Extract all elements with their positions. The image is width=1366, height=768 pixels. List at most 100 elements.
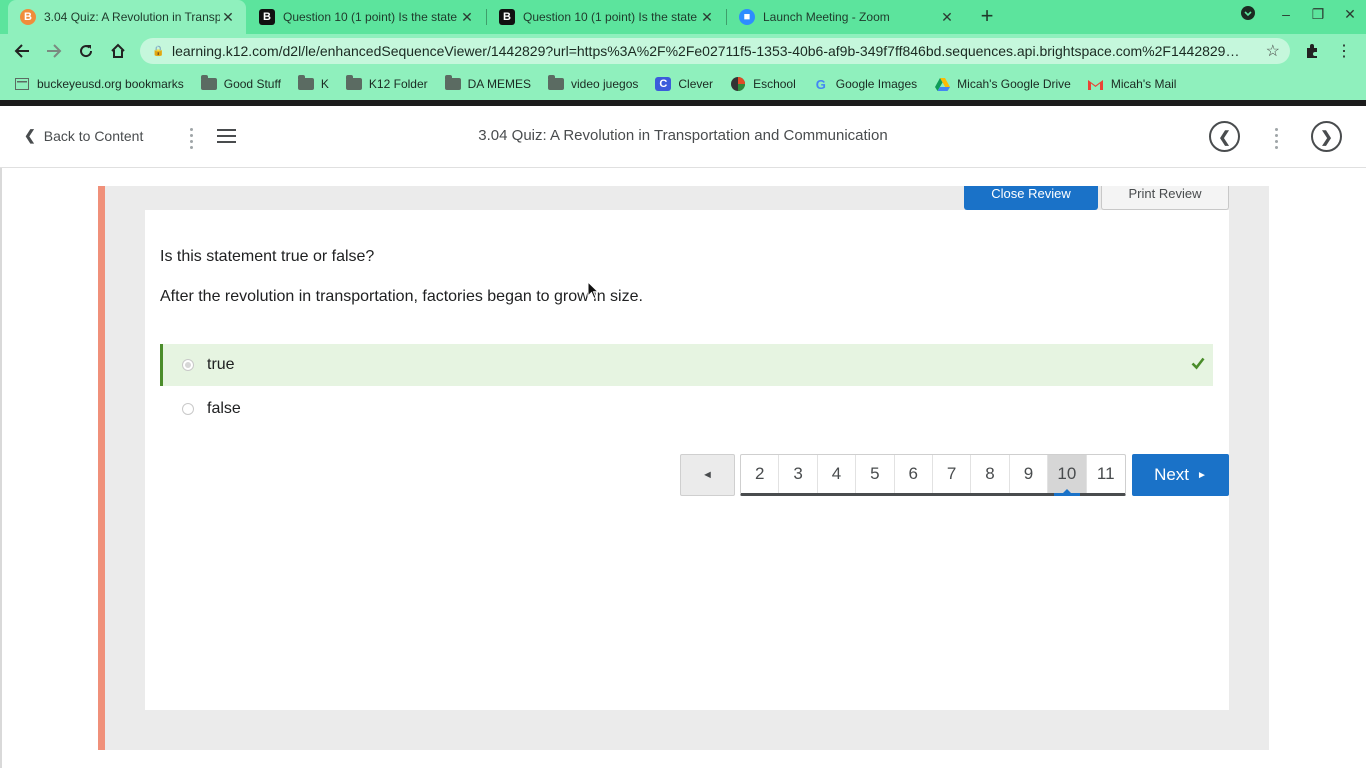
b-icon: B — [259, 9, 275, 25]
page-button-3[interactable]: 3 — [779, 455, 818, 493]
mouse-cursor-icon — [587, 281, 599, 300]
folder-icon — [345, 75, 362, 91]
bookmark-label: K12 Folder — [368, 77, 428, 91]
folder-icon — [547, 75, 564, 91]
play-arrow-icon: ► — [1197, 469, 1207, 481]
bookmark-label: buckeyeusd.org bookmarks — [37, 77, 184, 91]
address-bar[interactable]: 🔒 learning.k12.com/d2l/le/enhancedSequen… — [140, 38, 1290, 64]
zoom-icon: ■ — [739, 9, 755, 25]
close-icon[interactable]: ✕ — [459, 9, 475, 26]
folder-icon — [297, 75, 314, 91]
menu-dots-icon[interactable]: ⋮ — [1332, 39, 1356, 63]
page-button-7[interactable]: 7 — [933, 455, 972, 493]
bookmark-label: DA MEMES — [467, 77, 531, 91]
page-navigation: 2 3 4 5 6 7 8 9 10 11 — [740, 454, 1126, 496]
bookmark-label: Good Stuff — [223, 77, 281, 91]
home-icon[interactable] — [106, 39, 130, 63]
bookmark-label: video juegos — [570, 77, 639, 91]
folder-icon — [444, 75, 461, 91]
next-label: Next — [1154, 465, 1190, 484]
next-button[interactable]: Next ► — [1132, 454, 1229, 496]
tab-title: Question 10 (1 point) Is the state — [523, 10, 698, 24]
eschool-icon — [730, 77, 746, 91]
close-icon[interactable]: ✕ — [699, 9, 715, 26]
tab-strip: B 3.04 Quiz: A Revolution in Transp ✕ B … — [0, 0, 1366, 34]
answer-option-false: false — [160, 388, 1213, 430]
bookmark-google-drive[interactable]: Micah's Google Drive — [934, 77, 1071, 91]
clever-icon: C — [655, 77, 672, 91]
radio-button-selected — [182, 359, 194, 371]
page-button-10-current[interactable]: 10 — [1048, 455, 1087, 496]
page-button-11[interactable]: 11 — [1087, 455, 1125, 493]
tab-title: 3.04 Quiz: A Revolution in Transp — [44, 10, 220, 24]
radio-button — [182, 403, 194, 415]
chevron-left-icon: ❮ — [24, 127, 36, 143]
brightspace-icon: B — [20, 9, 36, 25]
tab-question-1[interactable]: B Question 10 (1 point) Is the state ✕ — [247, 0, 485, 34]
bookmark-k[interactable]: K — [297, 75, 329, 91]
new-tab-icon[interactable]: + — [975, 5, 999, 29]
previous-page-button[interactable]: ◄ — [680, 454, 735, 496]
close-icon[interactable]: ✕ — [220, 9, 236, 26]
vertical-divider-dots — [1274, 128, 1278, 149]
previous-topic-button[interactable]: ❮ — [1209, 121, 1240, 152]
bookmark-label: K — [320, 77, 329, 91]
close-review-button[interactable]: Close Review — [964, 186, 1098, 210]
forward-arrow-icon[interactable] — [42, 39, 66, 63]
tab-title: Launch Meeting - Zoom — [763, 10, 890, 24]
next-topic-button[interactable]: ❯ — [1311, 121, 1342, 152]
tab-title: Question 10 (1 point) Is the state — [283, 10, 458, 24]
page-button-6[interactable]: 6 — [895, 455, 933, 493]
page-button-9[interactable]: 9 — [1010, 455, 1049, 493]
question-prompt: Is this statement true or false? — [160, 248, 375, 265]
restore-icon[interactable]: ❐ — [1306, 6, 1330, 28]
bookmark-good-stuff[interactable]: Good Stuff — [200, 75, 281, 91]
tab-quiz[interactable]: B 3.04 Quiz: A Revolution in Transp ✕ — [8, 0, 246, 34]
back-arrow-icon[interactable] — [10, 39, 34, 63]
hamburger-menu-icon[interactable] — [217, 129, 236, 143]
page-button-2[interactable]: 2 — [741, 455, 780, 493]
back-to-content-label: Back to Content — [43, 127, 144, 144]
bookmark-da-memes[interactable]: DA MEMES — [444, 75, 531, 91]
bookmark-label: Clever — [678, 77, 714, 91]
page-button-8[interactable]: 8 — [971, 455, 1010, 493]
print-review-button[interactable]: Print Review — [1101, 186, 1229, 210]
tab-zoom[interactable]: ■ Launch Meeting - Zoom ✕ — [727, 0, 965, 34]
reload-icon[interactable] — [74, 39, 98, 63]
window-close-icon[interactable]: ✕ — [1338, 6, 1362, 28]
bookmark-k12-folder[interactable]: K12 Folder — [345, 75, 428, 91]
back-to-content-link[interactable]: ❮ Back to Content — [24, 127, 143, 144]
minimize-icon[interactable]: – — [1274, 6, 1298, 28]
bookmark-eschool[interactable]: Eschool — [730, 77, 796, 91]
bookmark-star-icon[interactable]: ☆ — [1266, 41, 1280, 61]
bookmark-google-images[interactable]: G Google Images — [813, 77, 918, 92]
page-title: 3.04 Quiz: A Revolution in Transportatio… — [478, 127, 888, 144]
lock-icon: 🔒 — [152, 45, 165, 57]
b-icon: B — [499, 9, 515, 25]
page-icon — [14, 77, 30, 91]
bookmark-mail[interactable]: Micah's Mail — [1088, 77, 1177, 91]
close-icon[interactable]: ✕ — [939, 9, 955, 26]
bookmarks-bar: buckeyeusd.org bookmarks Good Stuff K K1… — [0, 68, 1366, 100]
bookmark-label: Micah's Google Drive — [957, 77, 1071, 91]
drive-icon — [934, 77, 950, 91]
tab-search-icon[interactable] — [1236, 6, 1260, 28]
question-statement: After the revolution in transportation, … — [160, 288, 643, 305]
url-text[interactable]: learning.k12.com/d2l/le/enhancedSequence… — [172, 43, 1247, 59]
checkmark-icon — [1191, 357, 1205, 370]
content-left-border — [0, 168, 2, 768]
tab-question-2[interactable]: B Question 10 (1 point) Is the state ✕ — [487, 0, 725, 34]
bookmark-clever[interactable]: C Clever — [655, 77, 713, 91]
page-button-4[interactable]: 4 — [818, 455, 857, 493]
bookmark-buckeyeusd[interactable]: buckeyeusd.org bookmarks — [14, 77, 184, 91]
bookmark-video-juegos[interactable]: video juegos — [547, 75, 639, 91]
answer-label: false — [207, 400, 241, 417]
bookmark-label: Micah's Mail — [1110, 77, 1177, 91]
extensions-icon[interactable] — [1300, 39, 1324, 63]
folder-icon — [200, 75, 217, 91]
page-button-5[interactable]: 5 — [856, 455, 895, 493]
answer-option-true: true — [160, 344, 1213, 386]
vertical-divider-dots — [189, 128, 193, 149]
bookmark-label: Google Images — [835, 77, 918, 91]
sequence-header: ❮ Back to Content 3.04 Quiz: A Revolutio… — [0, 106, 1366, 168]
